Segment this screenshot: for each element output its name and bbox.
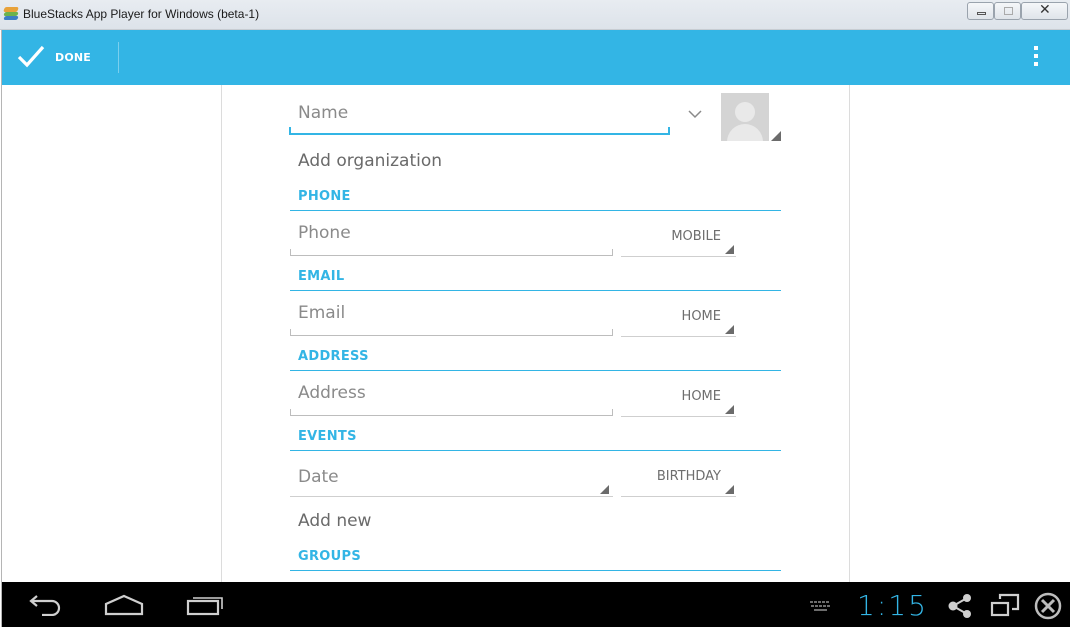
email-section-header: EMAIL (298, 269, 345, 284)
close-icon: ✕ (1039, 2, 1051, 18)
address-input[interactable]: Address (298, 383, 366, 403)
email-section-divider (290, 290, 781, 291)
resize-window-icon[interactable] (990, 593, 1020, 617)
navigation-bar: 1:15 (2, 582, 1070, 627)
phone-input[interactable]: Phone (298, 223, 351, 243)
phone-input-underline (290, 249, 613, 256)
phone-section-header: PHONE (298, 189, 351, 204)
close-app-icon[interactable] (1033, 592, 1063, 620)
close-window-button[interactable]: ✕ (1021, 2, 1068, 20)
clock: 1:15 (857, 589, 928, 622)
done-label: DONE (55, 51, 92, 64)
phone-type-spinner[interactable]: MOBILE (621, 225, 736, 257)
photo-menu-triangle-icon (771, 131, 781, 141)
bluestacks-logo-icon (3, 7, 19, 21)
minimize-button[interactable] (967, 2, 994, 20)
events-section-header: EVENTS (298, 429, 357, 444)
email-input-underline (290, 329, 613, 336)
email-input[interactable]: Email (298, 303, 345, 323)
address-section-divider (290, 370, 781, 371)
window-title: BlueStacks App Player for Windows (beta-… (23, 7, 260, 21)
recent-apps-icon[interactable] (185, 594, 225, 616)
spinner-underline (621, 496, 736, 497)
spinner-underline (621, 256, 736, 257)
event-type-label: BIRTHDAY (656, 469, 721, 484)
done-button[interactable]: DONE (2, 30, 118, 85)
address-input-underline (290, 409, 613, 416)
action-bar-divider (118, 42, 119, 73)
android-screen: DONE Name Add organization PHONE Phone M… (1, 30, 1070, 627)
spinner-triangle-icon (725, 245, 734, 254)
window-title-bar: BlueStacks App Player for Windows (beta-… (0, 0, 1070, 30)
keyboard-icon[interactable] (810, 601, 832, 611)
spinner-underline (621, 416, 736, 417)
groups-section-divider (290, 570, 781, 571)
minimize-icon (977, 12, 986, 15)
name-input[interactable]: Name (298, 103, 348, 123)
spinner-triangle-icon (725, 485, 734, 494)
address-type-spinner[interactable]: HOME (621, 385, 736, 417)
maximize-button[interactable] (994, 2, 1021, 20)
contact-editor-card: Name Add organization PHONE Phone MOBILE… (221, 85, 850, 582)
address-section-header: ADDRESS (298, 349, 369, 364)
spinner-triangle-icon (725, 405, 734, 414)
contact-photo[interactable] (721, 93, 769, 141)
maximize-icon (1004, 7, 1013, 15)
date-spinner[interactable]: Date (290, 463, 613, 497)
email-type-spinner[interactable]: HOME (621, 305, 736, 337)
spinner-underline (290, 496, 613, 497)
home-icon[interactable] (104, 594, 144, 616)
spinner-underline (621, 336, 736, 337)
address-type-label: HOME (681, 389, 721, 404)
add-organization-link[interactable]: Add organization (298, 151, 442, 171)
date-label: Date (298, 467, 339, 487)
back-icon[interactable] (24, 594, 64, 616)
chevron-down-icon[interactable] (688, 109, 702, 119)
share-icon[interactable] (947, 594, 973, 618)
name-input-underline (289, 127, 670, 135)
add-new-event-link[interactable]: Add new (298, 511, 371, 531)
action-bar: DONE (2, 30, 1070, 85)
spinner-triangle-icon (600, 485, 609, 494)
checkmark-icon (17, 45, 45, 68)
email-type-label: HOME (681, 309, 721, 324)
events-section-divider (290, 450, 781, 451)
phone-type-label: MOBILE (671, 229, 721, 244)
overflow-menu-icon[interactable] (1032, 46, 1040, 70)
edit-contact-content: Name Add organization PHONE Phone MOBILE… (2, 85, 1070, 582)
groups-section-header: GROUPS (298, 549, 361, 564)
phone-section-divider (290, 210, 781, 211)
spinner-triangle-icon (725, 325, 734, 334)
event-type-spinner[interactable]: BIRTHDAY (621, 465, 736, 497)
